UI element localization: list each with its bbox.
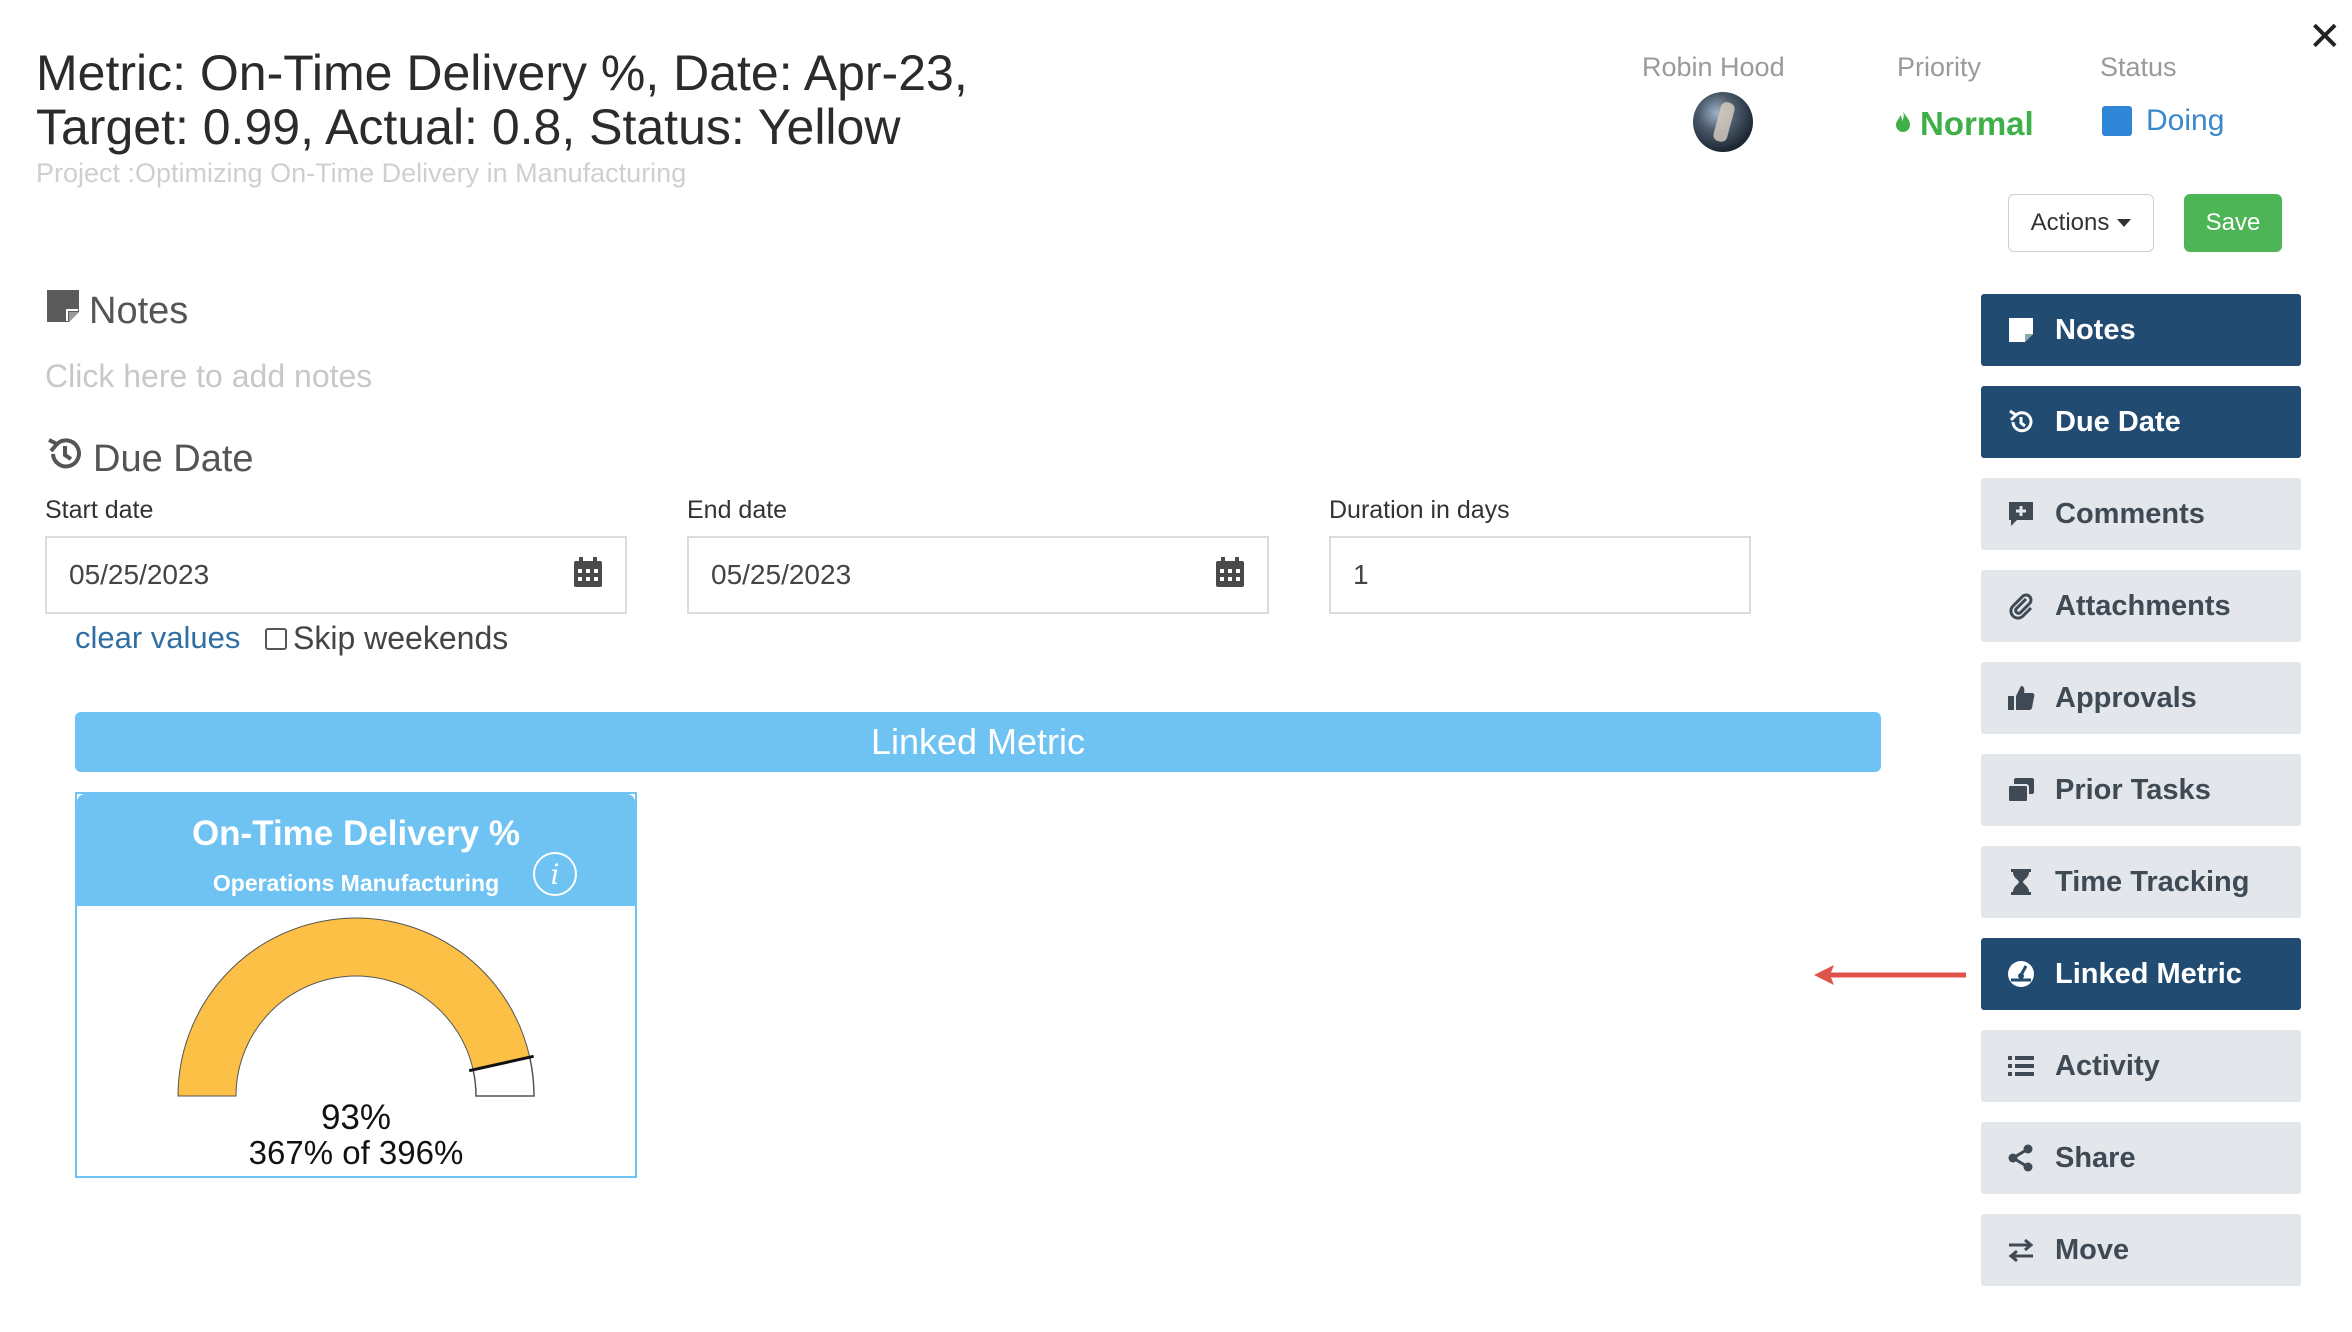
sidebar-item-label: Time Tracking bbox=[2055, 865, 2250, 898]
sidebar-item-label: Prior Tasks bbox=[2055, 773, 2211, 806]
status-label: Status bbox=[2100, 52, 2177, 82]
sidebar-item-comments[interactable]: Comments bbox=[1981, 478, 2301, 550]
sidebar-item-notes[interactable]: Notes bbox=[1981, 294, 2301, 366]
sidebar-item-label: Approvals bbox=[2055, 681, 2197, 714]
skip-weekends-option[interactable]: Skip weekends bbox=[265, 620, 508, 657]
sidebar-item-label: Notes bbox=[2055, 313, 2136, 346]
notes-editor-placeholder[interactable]: Click here to add notes bbox=[45, 358, 372, 395]
linked-metric-header: Linked Metric bbox=[75, 712, 1881, 772]
page-title: Metric: On-Time Delivery %, Date: Apr-23… bbox=[36, 46, 1536, 154]
gauge-chart bbox=[177, 917, 535, 1097]
history-icon bbox=[45, 434, 85, 484]
duration-label: Duration in days bbox=[1329, 496, 1510, 524]
skip-weekends-checkbox[interactable] bbox=[265, 627, 287, 650]
thumbs-up-icon bbox=[2005, 682, 2037, 714]
save-button[interactable]: Save bbox=[2184, 194, 2282, 252]
sidebar-item-approvals[interactable]: Approvals bbox=[1981, 662, 2301, 734]
status-color-swatch bbox=[2102, 106, 2132, 136]
actions-dropdown-button[interactable]: Actions bbox=[2008, 194, 2154, 252]
status-selector[interactable]: Doing bbox=[2102, 104, 2224, 138]
project-subtitle: Project :Optimizing On-Time Delivery in … bbox=[36, 158, 687, 188]
comment-plus-icon bbox=[2005, 498, 2037, 530]
notes-title: Notes bbox=[89, 289, 189, 332]
start-date-label: Start date bbox=[45, 496, 154, 524]
sidebar-item-share[interactable]: Share bbox=[1981, 1122, 2301, 1194]
end-date-field[interactable]: 05/25/2023 bbox=[687, 536, 1269, 614]
calendar-icon[interactable] bbox=[573, 556, 603, 595]
gauge-icon bbox=[2005, 958, 2037, 990]
hourglass-icon bbox=[2005, 866, 2037, 898]
sidebar-item-activity[interactable]: Activity bbox=[1981, 1030, 2301, 1102]
actions-label: Actions bbox=[2030, 209, 2110, 236]
sidebar-item-label: Share bbox=[2055, 1141, 2136, 1174]
end-date-value: 05/25/2023 bbox=[711, 559, 852, 590]
note-icon bbox=[45, 288, 81, 334]
share-icon bbox=[2005, 1142, 2037, 1174]
info-icon[interactable]: i bbox=[533, 852, 577, 896]
annotation-arrow-icon bbox=[1814, 965, 1966, 985]
paperclip-icon bbox=[2005, 590, 2037, 622]
sidebar-item-label: Activity bbox=[2055, 1049, 2160, 1082]
title-line-1: Metric: On-Time Delivery %, Date: Apr-23… bbox=[36, 45, 968, 101]
calendar-icon[interactable] bbox=[1215, 556, 1245, 595]
start-date-value: 05/25/2023 bbox=[69, 559, 210, 590]
sidebar-item-label: Due Date bbox=[2055, 405, 2181, 438]
sidebar-item-label: Comments bbox=[2055, 497, 2205, 530]
sidebar-item-label: Attachments bbox=[2055, 589, 2231, 622]
avatar[interactable] bbox=[1693, 92, 1753, 152]
gauge-detail: 367% of 396% bbox=[248, 1134, 464, 1171]
metric-card-title: On-Time Delivery % bbox=[191, 814, 521, 853]
priority-value: Normal bbox=[1920, 105, 2034, 142]
note-icon bbox=[2005, 314, 2037, 346]
priority-label: Priority bbox=[1897, 52, 1982, 82]
history-icon bbox=[2005, 406, 2037, 438]
close-icon[interactable]: ✕ bbox=[2308, 14, 2342, 60]
sidebar-item-label: Linked Metric bbox=[2055, 957, 2242, 990]
skip-weekends-label: Skip weekends bbox=[293, 620, 509, 656]
duration-field[interactable]: 1 bbox=[1329, 536, 1751, 614]
sidebar-item-move[interactable]: Move bbox=[1981, 1214, 2301, 1286]
due-date-section-title: Due Date bbox=[45, 434, 254, 484]
end-date-label: End date bbox=[687, 496, 788, 524]
sidebar-item-due-date[interactable]: Due Date bbox=[1981, 386, 2301, 458]
swap-icon bbox=[2005, 1234, 2037, 1266]
sidebar-item-prior-tasks[interactable]: Prior Tasks bbox=[1981, 754, 2301, 826]
start-date-field[interactable]: 05/25/2023 bbox=[45, 536, 627, 614]
sidebar-item-label: Move bbox=[2055, 1233, 2130, 1266]
title-line-2: Target: 0.99, Actual: 0.8, Status: Yello… bbox=[36, 99, 901, 155]
caret-down-icon bbox=[2117, 219, 2132, 227]
sidebar-item-linked-metric[interactable]: Linked Metric bbox=[1981, 938, 2301, 1010]
sidebar-item-attachments[interactable]: Attachments bbox=[1981, 570, 2301, 642]
clear-values-link[interactable]: clear values bbox=[75, 620, 240, 656]
priority-selector[interactable]: Normal bbox=[1894, 105, 2034, 143]
assignee-name: Robin Hood bbox=[1642, 52, 1785, 82]
metric-card[interactable]: On-Time Delivery % Operations Manufactur… bbox=[75, 792, 637, 1178]
due-date-title: Due Date bbox=[93, 437, 254, 480]
sidebar-item-time-tracking[interactable]: Time Tracking bbox=[1981, 846, 2301, 918]
notes-section-title: Notes bbox=[45, 288, 188, 334]
duration-value: 1 bbox=[1353, 559, 1369, 590]
window-stack-icon bbox=[2005, 774, 2037, 806]
gauge-percent: 93% bbox=[320, 1098, 392, 1137]
list-icon bbox=[2005, 1050, 2037, 1082]
status-value: Doing bbox=[2146, 104, 2225, 137]
metric-card-header: On-Time Delivery % Operations Manufactur… bbox=[77, 794, 635, 906]
flame-icon bbox=[1894, 105, 1912, 143]
